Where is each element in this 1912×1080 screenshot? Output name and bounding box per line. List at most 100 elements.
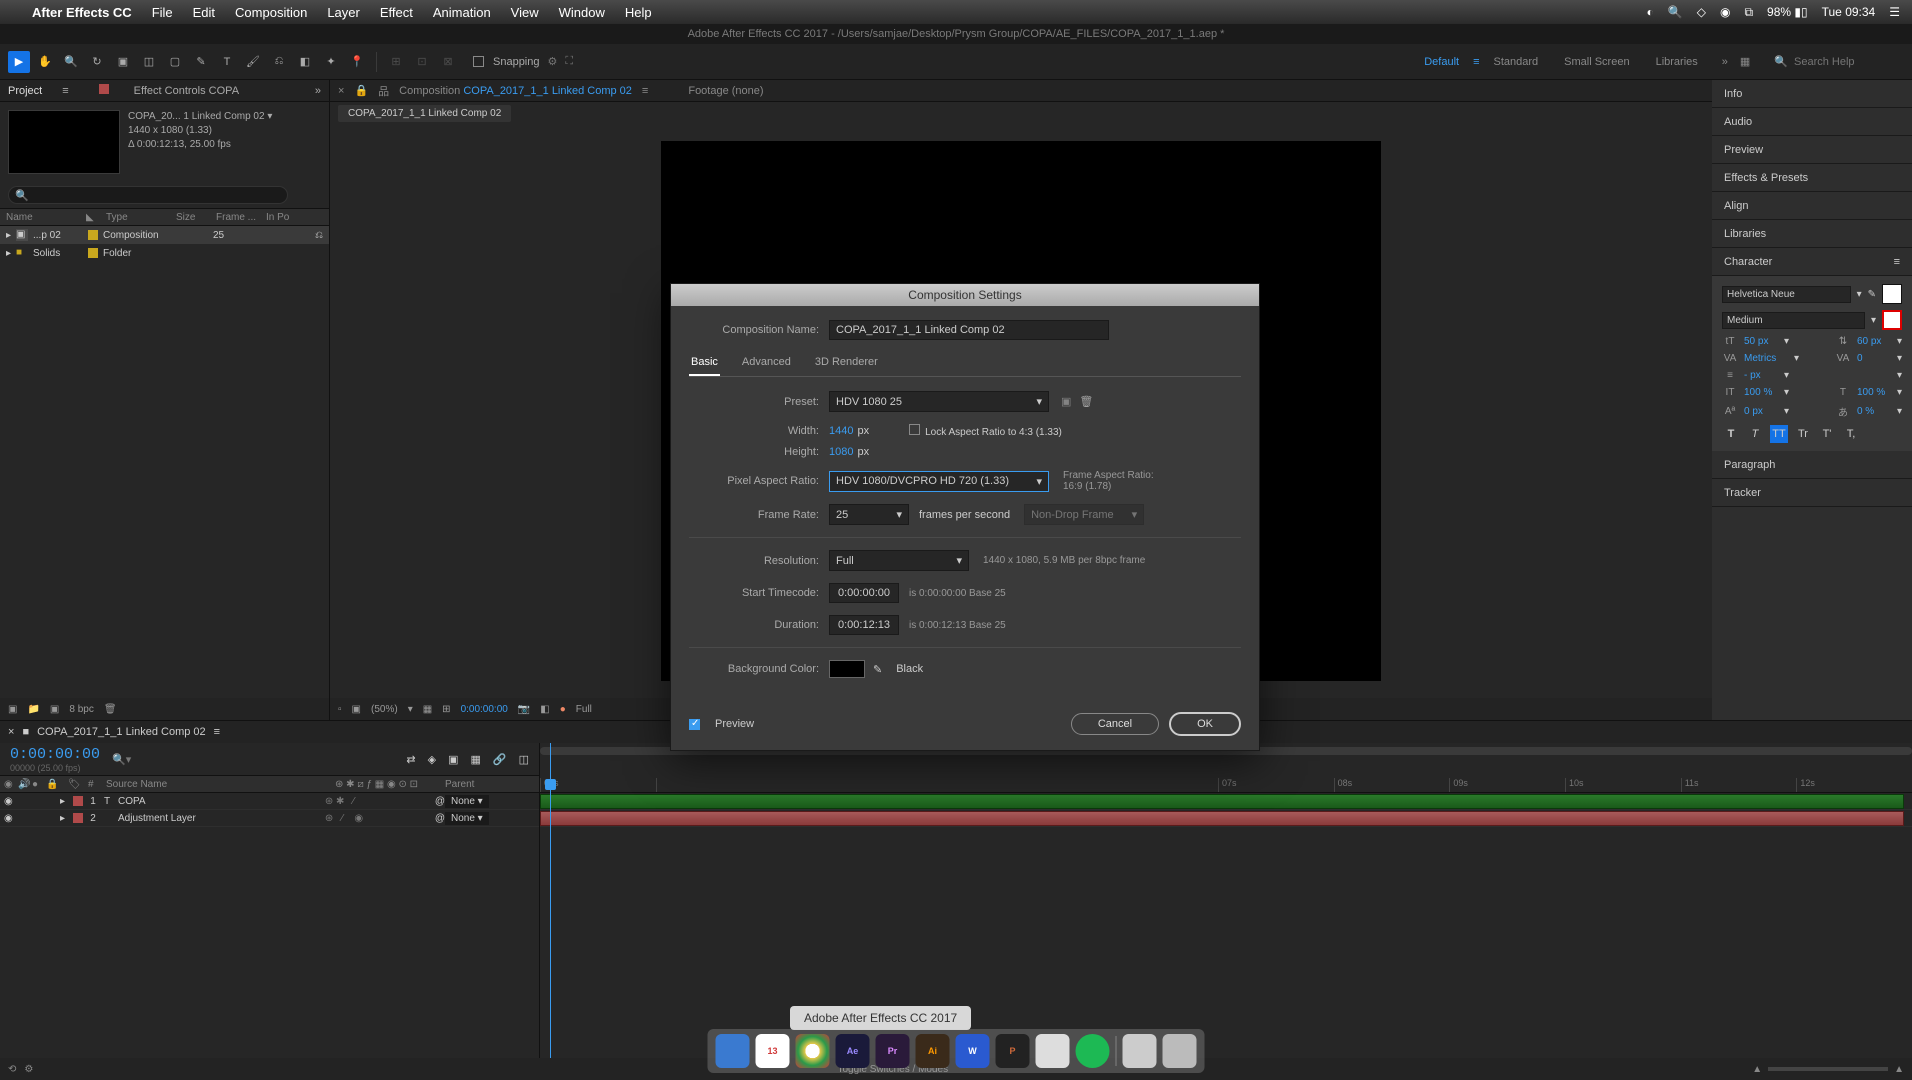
eyedropper-icon[interactable]: ✎	[1868, 289, 1876, 300]
res-icon[interactable]: ▦	[423, 704, 432, 715]
dock-app-finder[interactable]	[716, 1034, 750, 1068]
panel-overflow-icon[interactable]: »	[315, 85, 321, 97]
dock-app-word[interactable]: W	[956, 1034, 990, 1068]
tab-effect-controls[interactable]: Effect Controls COPA	[134, 85, 239, 97]
visibility-icon[interactable]: ◉	[4, 796, 18, 807]
selection-tool[interactable]: ▶	[8, 51, 30, 73]
panel-character[interactable]: Character≡	[1712, 248, 1912, 276]
dock-downloads[interactable]	[1123, 1034, 1157, 1068]
ws-panel-icon[interactable]: ▦	[1740, 55, 1750, 68]
trash-icon[interactable]: 🗑	[104, 704, 117, 715]
all-caps[interactable]: TT	[1770, 425, 1788, 443]
baseline-input[interactable]: 0 px	[1744, 406, 1778, 417]
comp-thumbnail[interactable]	[8, 110, 120, 174]
clone-tool[interactable]: ⎌	[268, 51, 290, 73]
zoom-in-icon[interactable]: ▲	[1894, 1064, 1904, 1075]
resolution-dropdown[interactable]: Full	[576, 704, 592, 715]
dock-app-chrome[interactable]	[796, 1034, 830, 1068]
parent-pickwhip-icon[interactable]: @	[435, 813, 445, 824]
save-preset-icon[interactable]: ▣	[1061, 395, 1071, 408]
resolution-dropdown[interactable]: Full▾	[829, 550, 969, 571]
dock-app-p[interactable]: P	[996, 1034, 1030, 1068]
flowchart-icon[interactable]: 品	[378, 83, 389, 99]
framerate-dropdown[interactable]: 25▾	[829, 504, 909, 525]
delete-preset-icon[interactable]: 🗑	[1079, 395, 1093, 408]
menu-edit[interactable]: Edit	[193, 5, 215, 20]
eyedropper-icon[interactable]: ✎	[873, 663, 882, 676]
fill-swatch[interactable]	[1882, 284, 1902, 304]
project-item[interactable]: ▸ ▣ ...p 02 Composition 25 ⎌	[0, 226, 329, 244]
kerning-input[interactable]: Metrics	[1744, 353, 1788, 364]
panel-menu-icon[interactable]: ≡	[1894, 256, 1900, 268]
view-axis-icon[interactable]: ⊠	[437, 51, 459, 73]
comp-name-input[interactable]	[829, 320, 1109, 340]
close-panel-icon[interactable]: ×	[338, 85, 344, 97]
dock-app-calendar[interactable]: 13	[756, 1034, 790, 1068]
tsume-input[interactable]: 0 %	[1857, 406, 1891, 417]
menu-animation[interactable]: Animation	[433, 5, 491, 20]
wifi-icon[interactable]: ◇	[1697, 5, 1706, 19]
grid-icon[interactable]: ⊞	[442, 704, 450, 715]
close-tl-icon[interactable]: ×	[8, 726, 14, 738]
preview-checkbox[interactable]: ✓	[689, 719, 700, 730]
tl-opt3-icon[interactable]: ▣	[448, 753, 458, 766]
layer-bar[interactable]	[540, 793, 1912, 810]
workspace-small[interactable]: Small Screen	[1552, 52, 1641, 72]
footage-tab[interactable]: Footage (none)	[688, 85, 763, 97]
lock-aspect-checkbox[interactable]	[909, 424, 920, 435]
panel-menu-icon[interactable]: ≡	[642, 85, 648, 97]
bluetooth-icon[interactable]: ⧉	[1744, 5, 1753, 20]
menu-file[interactable]: File	[152, 5, 173, 20]
workspace-standard[interactable]: Standard	[1482, 52, 1551, 72]
project-menu-icon[interactable]: ≡	[62, 85, 68, 97]
menu-effect[interactable]: Effect	[380, 5, 413, 20]
menu-help[interactable]: Help	[625, 5, 652, 20]
zoom-slider[interactable]	[1768, 1067, 1888, 1071]
clock-text[interactable]: Tue 09:34	[1822, 5, 1876, 19]
zoom-dropdown[interactable]: (50%)	[371, 704, 398, 715]
brush-tool[interactable]: 🖌	[242, 51, 264, 73]
type-tool[interactable]: T	[216, 51, 238, 73]
menu-composition[interactable]: Composition	[235, 5, 307, 20]
world-axis-icon[interactable]: ⊡	[411, 51, 433, 73]
tab-basic[interactable]: Basic	[689, 352, 720, 376]
timeline-tab[interactable]: COPA_2017_1_1 Linked Comp 02	[37, 726, 206, 738]
interpret-icon[interactable]: ▣	[8, 704, 17, 715]
current-timecode[interactable]: 0:00:00:00	[10, 746, 100, 763]
font-family-dropdown[interactable]: Helvetica Neue	[1722, 286, 1851, 303]
color-mgmt-icon[interactable]: ●	[560, 704, 566, 715]
tab-3d-renderer[interactable]: 3D Renderer	[813, 352, 880, 376]
spotlight-icon[interactable]: 🔍	[1668, 5, 1683, 19]
stroke-swatch[interactable]	[1882, 310, 1902, 330]
dock-app-premiere[interactable]: Pr	[876, 1034, 910, 1068]
hand-tool[interactable]: ✋	[34, 51, 56, 73]
tl-foot-icon2[interactable]: ⚙	[24, 1064, 33, 1075]
tracking-input[interactable]: 0	[1857, 353, 1891, 364]
local-axis-icon[interactable]: ⊞	[385, 51, 407, 73]
menu-layer[interactable]: Layer	[327, 5, 360, 20]
snapping-checkbox[interactable]	[473, 56, 484, 67]
panel-paragraph[interactable]: Paragraph	[1712, 451, 1912, 479]
start-timecode-input[interactable]	[829, 583, 899, 603]
panel-align[interactable]: Align	[1712, 192, 1912, 220]
time-display[interactable]: 0:00:00:00	[461, 704, 508, 715]
zoom-arrow-icon[interactable]: ▾	[408, 704, 413, 715]
comp-tab-label[interactable]: Composition COPA_2017_1_1 Linked Comp 02	[399, 85, 632, 97]
superscript[interactable]: T'	[1818, 425, 1836, 443]
dock-trash[interactable]	[1163, 1034, 1197, 1068]
ws-menu-icon[interactable]: ≡	[1473, 56, 1479, 68]
par-dropdown[interactable]: HDV 1080/DVCPRO HD 720 (1.33)▾	[829, 471, 1049, 492]
dock-app-illustrator[interactable]: Ai	[916, 1034, 950, 1068]
ok-button[interactable]: OK	[1169, 712, 1241, 736]
width-input[interactable]: 1440	[829, 425, 853, 437]
comp-btn-icon[interactable]: ▣	[50, 704, 59, 715]
duration-input[interactable]	[829, 615, 899, 635]
menu-window[interactable]: Window	[559, 5, 605, 20]
alpha-icon[interactable]: ▫	[338, 704, 342, 715]
eraser-tool[interactable]: ◧	[294, 51, 316, 73]
layer-bar[interactable]	[540, 810, 1912, 827]
playhead[interactable]	[550, 743, 551, 1058]
lock-tl-icon[interactable]: ■	[22, 726, 29, 738]
dock-app-notes[interactable]	[1036, 1034, 1070, 1068]
tl-foot-icon1[interactable]: ⟲	[8, 1064, 16, 1075]
